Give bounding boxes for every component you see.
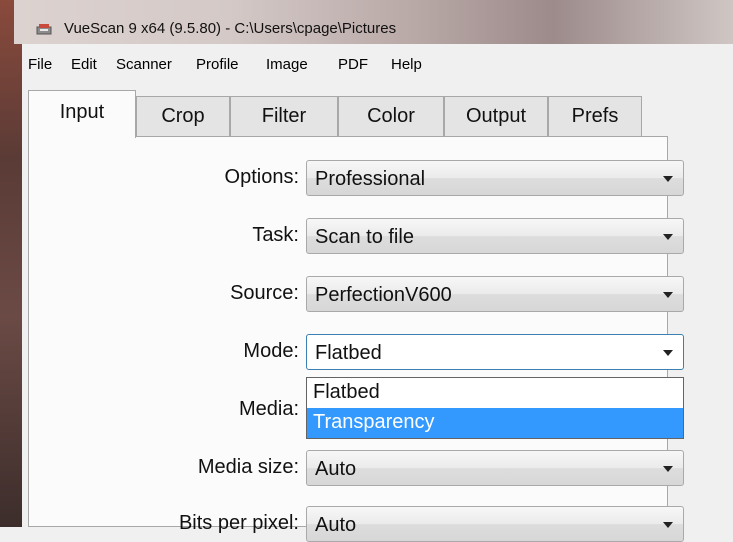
- mode-option-flatbed-label: Flatbed: [313, 381, 380, 403]
- source-value: PerfectionV600: [315, 284, 452, 306]
- chevron-down-icon: [663, 292, 673, 298]
- chevron-down-icon: [663, 522, 673, 528]
- chevron-down-icon: [663, 176, 673, 182]
- menu-edit[interactable]: Edit: [71, 56, 97, 73]
- source-select[interactable]: PerfectionV600: [306, 276, 684, 312]
- tab-filter-label: Filter: [261, 105, 307, 127]
- tab-crop[interactable]: Crop: [136, 96, 230, 136]
- media-label: Media:: [238, 398, 299, 420]
- bits-per-pixel-value: Auto: [315, 514, 357, 536]
- menu-scanner[interactable]: Scanner: [116, 56, 172, 73]
- tab-output[interactable]: Output: [444, 96, 548, 136]
- mode-value: Flatbed: [315, 342, 382, 364]
- mode-select[interactable]: Flatbed: [306, 334, 684, 370]
- title-bar[interactable]: VueScan 9 x64 (9.5.80) - C:\Users\cpage\…: [14, 0, 733, 44]
- media-size-value: Auto: [315, 458, 357, 480]
- bits-per-pixel-select[interactable]: Auto: [306, 506, 684, 542]
- options-label: Options:: [224, 166, 299, 188]
- source-label: Source:: [230, 282, 299, 304]
- chevron-down-icon: [663, 234, 673, 240]
- menu-help[interactable]: Help: [391, 56, 422, 73]
- task-label: Task:: [252, 224, 299, 246]
- menu-pdf[interactable]: PDF: [338, 56, 368, 73]
- mode-label: Mode:: [243, 340, 299, 362]
- tab-prefs-label: Prefs: [571, 105, 619, 127]
- task-select[interactable]: Scan to file: [306, 218, 684, 254]
- media-size-label: Media size:: [197, 456, 299, 478]
- tab-prefs[interactable]: Prefs: [548, 96, 642, 136]
- menu-profile[interactable]: Profile: [196, 56, 239, 73]
- mode-option-transparency-label: Transparency: [313, 411, 435, 433]
- chevron-down-icon: [663, 466, 673, 472]
- task-value: Scan to file: [315, 226, 414, 248]
- tab-color[interactable]: Color: [338, 96, 444, 136]
- chevron-down-icon: [663, 350, 673, 356]
- tab-color-label: Color: [367, 105, 415, 127]
- mode-option-flatbed[interactable]: Flatbed: [307, 378, 683, 408]
- tab-crop-label: Crop: [161, 105, 205, 127]
- media-size-select[interactable]: Auto: [306, 450, 684, 486]
- tab-output-label: Output: [465, 105, 527, 127]
- options-select[interactable]: Professional: [306, 160, 684, 196]
- bits-per-pixel-label: Bits per pixel:: [178, 512, 299, 534]
- options-value: Professional: [315, 168, 426, 190]
- tab-input-label: Input: [59, 101, 105, 123]
- vuescan-app-icon: [36, 24, 52, 35]
- mode-dropdown-list: Flatbed Transparency: [306, 377, 684, 439]
- menu-image[interactable]: Image: [266, 56, 308, 73]
- window-title: VueScan 9 x64 (9.5.80) - C:\Users\cpage\…: [64, 20, 397, 37]
- tab-input[interactable]: Input: [28, 90, 136, 138]
- menu-bar: File Edit Scanner Profile Image PDF Help: [22, 52, 733, 76]
- tab-filter[interactable]: Filter: [230, 96, 338, 136]
- menu-file[interactable]: File: [28, 56, 52, 73]
- desktop-background: [0, 0, 22, 527]
- mode-option-transparency[interactable]: Transparency: [307, 408, 683, 438]
